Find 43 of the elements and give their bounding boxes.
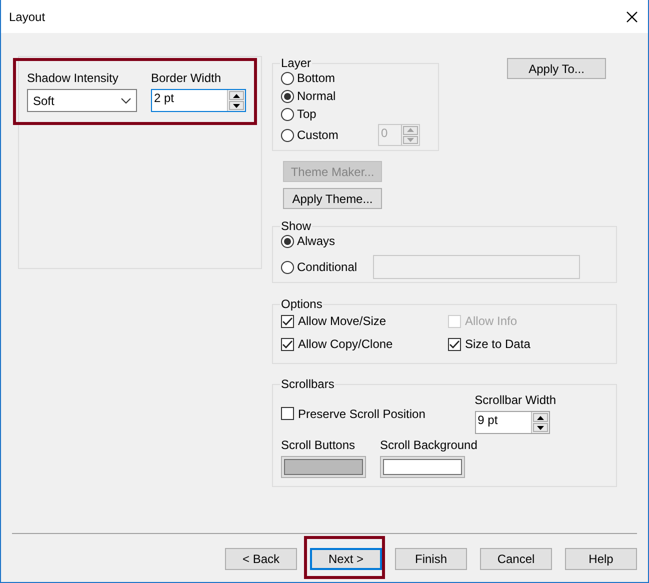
radio-button[interactable] — [281, 90, 294, 102]
radio-label[interactable]: Conditional — [297, 260, 358, 274]
dialog-button[interactable]: Finish — [395, 548, 467, 570]
radio-label[interactable]: Always — [297, 234, 336, 248]
condition-field[interactable] — [373, 255, 580, 279]
radio-button[interactable] — [281, 234, 294, 248]
group-title: Layer — [280, 56, 312, 70]
radio-button[interactable] — [281, 108, 294, 120]
window-title: Layout — [9, 10, 46, 24]
spin-field[interactable]: 9 pt — [474, 411, 550, 434]
checkbox[interactable] — [281, 314, 294, 328]
radio-label[interactable]: Normal — [297, 89, 336, 103]
field-label: Scroll Background — [380, 438, 478, 452]
dialog-button[interactable]: Cancel — [480, 548, 552, 570]
radio-label[interactable]: Bottom — [297, 71, 336, 85]
close-icon[interactable] — [626, 10, 638, 22]
shadow-intensity-dropdown[interactable]: Soft — [27, 89, 137, 112]
group-title: Scrollbars — [280, 377, 336, 391]
radio-button[interactable] — [281, 260, 294, 274]
checkbox[interactable] — [448, 338, 461, 350]
checkbox-label[interactable]: Allow Move/Size — [298, 314, 386, 328]
radio-label[interactable]: Top — [297, 107, 316, 121]
checkbox-label[interactable]: Preserve Scroll Position — [298, 406, 426, 420]
checkbox-label[interactable]: Allow Copy/Clone — [298, 337, 393, 351]
dialog-button[interactable]: < Back — [225, 548, 297, 570]
checkbox-label[interactable]: Size to Data — [465, 337, 530, 351]
group-title: Show — [280, 219, 312, 233]
apply-to-button[interactable]: Apply To... — [507, 58, 606, 79]
field-label: Border Width — [151, 71, 222, 85]
dialog-button[interactable]: Help — [565, 548, 637, 570]
checkbox[interactable] — [281, 407, 294, 420]
radio-button[interactable] — [281, 128, 294, 142]
dialog-button[interactable]: Next > — [310, 548, 382, 570]
field-label: Scroll Buttons — [281, 438, 356, 452]
group-title: Options — [280, 297, 324, 311]
theme-button[interactable]: Apply Theme... — [283, 188, 382, 209]
field-label: Shadow Intensity — [27, 71, 120, 85]
field-label: Scrollbar Width — [474, 393, 556, 407]
spin-field[interactable]: 2 pt — [151, 89, 246, 112]
radio-label[interactable]: Custom — [297, 128, 338, 142]
checkbox[interactable] — [281, 338, 294, 350]
chevron-down-icon — [121, 98, 131, 104]
radio-button[interactable] — [281, 72, 294, 84]
